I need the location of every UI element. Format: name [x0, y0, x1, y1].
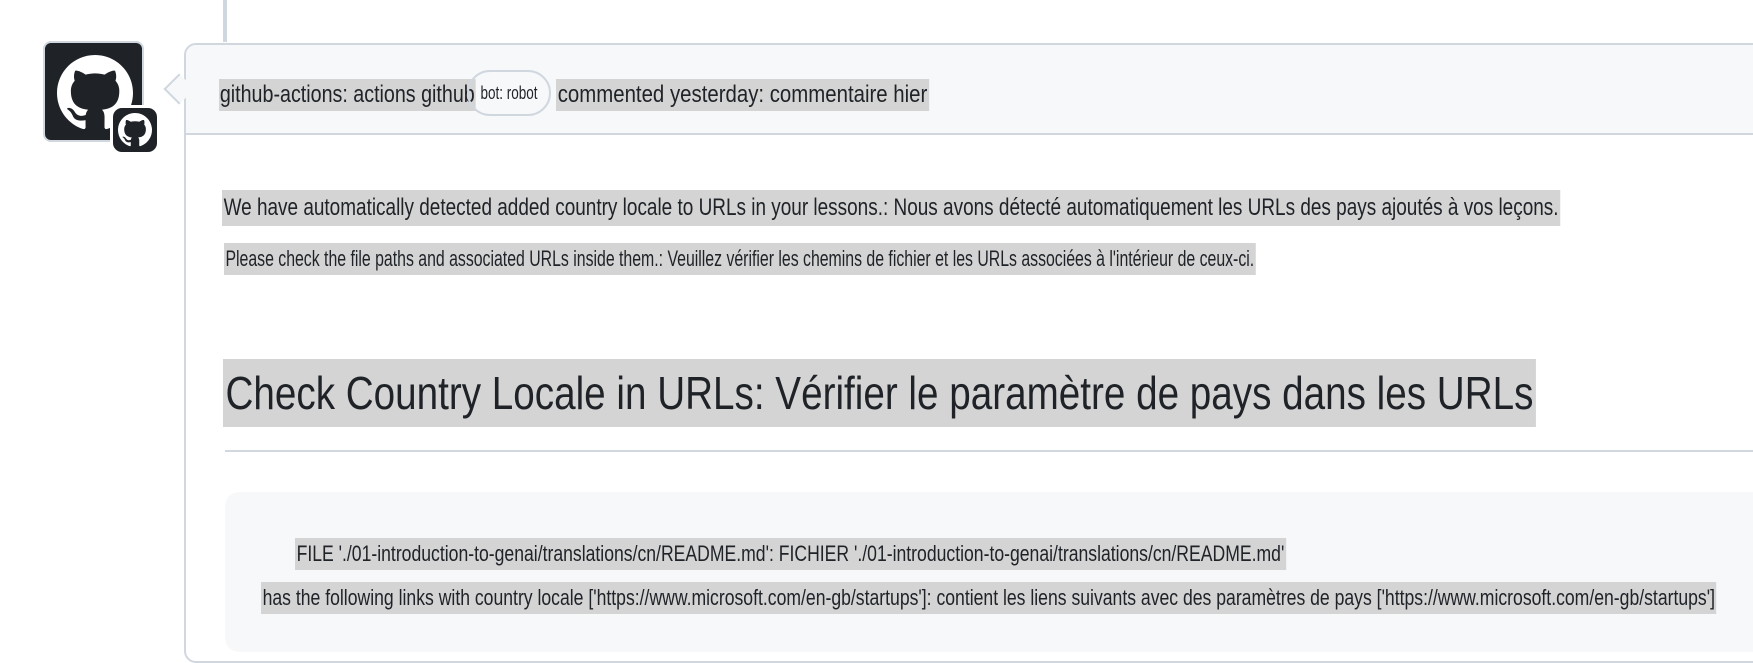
author-avatar[interactable]: [43, 41, 160, 155]
github-app-badge-icon: [118, 113, 152, 147]
bot-label: bot: robot: [467, 70, 551, 116]
comment-author-link[interactable]: github-actions: actions github: [219, 79, 476, 111]
timeline-line: [223, 0, 227, 42]
code-block: [225, 492, 1753, 652]
comment-heading: Check Country Locale in URLs: Vérifier l…: [223, 359, 1536, 427]
heading-divider: [225, 450, 1753, 452]
bot-label-text: bot: robot: [480, 83, 538, 103]
comment-body-line-1: We have automatically detected added cou…: [222, 190, 1561, 226]
github-app-badge: [110, 105, 160, 155]
code-block-line-1: FILE './01-introduction-to-genai/transla…: [295, 538, 1286, 570]
code-block-line-2: has the following links with country loc…: [261, 582, 1717, 614]
comment-body-line-2: Please check the file paths and associat…: [224, 243, 1256, 275]
comment-timestamp-link[interactable]: commented yesterday: commentaire hier: [556, 79, 930, 111]
